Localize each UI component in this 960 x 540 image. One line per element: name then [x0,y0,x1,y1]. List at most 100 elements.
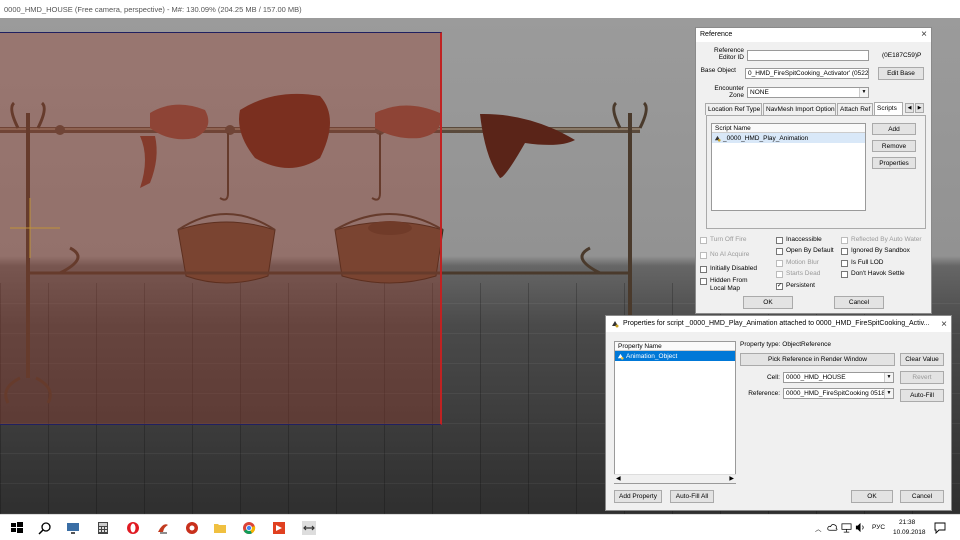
revert-button[interactable]: Revert [900,371,944,384]
editor-id-field[interactable] [747,50,869,61]
cell-select[interactable]: 0000_HMD_HOUSE ▼ [783,372,894,383]
windows-start-icon[interactable] [10,521,24,535]
language-indicator[interactable]: РУС [872,524,885,531]
chevron-down-icon: ▼ [859,88,868,97]
turn-off-fire-checkbox[interactable]: Turn Off Fire [700,236,746,244]
property-icon [617,353,624,360]
remove-script-button[interactable]: Remove [872,140,916,152]
clock-time[interactable]: 21:38 [899,519,915,526]
turn-off-fire-label: Turn Off Fire [710,236,747,243]
clock-date[interactable]: 10.09.2018 [893,529,926,536]
inaccessible-checkbox[interactable]: Inaccessible [776,236,822,244]
add-script-button[interactable]: Add [872,123,916,135]
ignored-by-sandbox-checkbox[interactable]: Ignored By Sandbox [841,247,910,255]
search-icon[interactable] [38,521,52,535]
chevron-down-icon: ▼ [884,373,893,382]
initially-disabled-label: Initially Disabled [710,265,757,272]
editor-id-label: Reference Editor ID [714,47,744,61]
starts-dead-label: Starts Dead [786,270,821,277]
volume-icon[interactable] [855,522,866,533]
dont-havok-settle-checkbox[interactable]: Don't Havok Settle [841,270,905,278]
checkmark-icon: ✓ [776,283,783,290]
reference-select[interactable]: 0000_HMD_FireSpitCooking 05187 ▼ [783,388,894,399]
edit-base-button[interactable]: Edit Base [878,67,924,80]
persistent-label: Persistent [786,282,815,289]
persistent-checkbox[interactable]: ✓ Persistent [776,282,815,290]
scripts-list[interactable]: Script Name _0000_HMD_Play_Animation [711,123,866,211]
close-icon[interactable]: × [941,319,947,330]
hidden-from-local-map-checkbox[interactable]: Hidden From Local Map [700,277,762,293]
properties-ok-button[interactable]: OK [851,490,893,503]
encounter-zone-label: Encounter Zone [714,85,744,99]
property-list-item[interactable]: Animation_Object [615,351,735,361]
initially-disabled-checkbox[interactable]: Initially Disabled [700,265,757,273]
folder-icon[interactable] [213,521,227,535]
skyrim-icon[interactable] [156,521,170,535]
starts-dead-checkbox[interactable]: Starts Dead [776,270,820,278]
close-icon[interactable]: × [921,29,927,40]
cloud-icon[interactable] [827,522,838,533]
no-ai-acquire-checkbox[interactable]: No AI Acquire [700,251,749,259]
base-object-label: Base Object [700,67,736,74]
notification-icon[interactable] [934,522,946,534]
no-ai-acquire-label: No AI Acquire [710,251,750,258]
property-name-header: Property Name [615,342,735,351]
reference-label: Reference: [748,390,780,397]
base-object-field[interactable]: 0_HMD_FireSpitCooking_Activator' (05229 [745,68,869,79]
reference-cancel-button[interactable]: Cancel [834,296,884,309]
script-name-header: Script Name [712,124,865,133]
calculator-icon[interactable] [96,521,110,535]
open-by-default-label: Open By Default [786,247,834,254]
creation-kit-icon[interactable] [302,521,316,535]
opera-icon[interactable] [126,521,140,535]
encounter-zone-value: NONE [750,89,769,96]
tray-up-arrow-icon[interactable]: ︿ [815,523,822,533]
reflected-by-auto-water-label: Reflected By Auto Water [851,236,922,243]
property-list-scrollbar[interactable]: ◀ ▶ [614,474,736,483]
cell-label: Cell: [766,374,780,381]
tab-location-ref-type[interactable]: Location Ref Type [705,103,762,115]
auto-fill-button[interactable]: Auto-Fill [900,389,944,402]
reference-ok-button[interactable]: OK [743,296,793,309]
auto-fill-all-button[interactable]: Auto-Fill All [670,490,714,503]
tab-attach-ref[interactable]: Attach Ref [837,103,873,115]
scroll-left-icon[interactable]: ◀ [616,475,621,482]
property-type-text: Property type: ObjectReference [740,341,832,348]
gear-red-icon[interactable] [185,521,199,535]
reference-window-title: Reference [700,31,733,38]
dont-havok-settle-label: Don't Havok Settle [851,270,905,277]
network-icon[interactable] [841,522,852,533]
property-list[interactable]: Property Name Animation_Object [614,341,736,484]
is-full-lod-checkbox[interactable]: Is Full LOD [841,259,884,267]
motion-blur-checkbox[interactable]: Motion Blur [776,259,819,267]
script-list-item-label: _0000_HMD_Play_Animation [723,134,809,142]
media-icon[interactable] [272,521,286,535]
open-by-default-checkbox[interactable]: Open By Default [776,247,834,255]
taskbar: ︿ РУС 21:38 10.09.2018 [0,514,960,540]
form-id-text: (0E187C59)P [882,52,922,59]
properties-cancel-button[interactable]: Cancel [900,490,944,503]
tab-navmesh-import-option[interactable]: NavMesh Import Option [763,103,836,115]
script-list-item[interactable]: _0000_HMD_Play_Animation [712,133,865,143]
script-icon [714,135,721,142]
chrome-icon[interactable] [242,521,256,535]
tab-scroll-left-icon[interactable]: ◀ [905,103,914,113]
encounter-zone-select[interactable]: NONE ▼ [747,87,869,98]
scroll-right-icon[interactable]: ▶ [729,475,734,482]
reflected-by-auto-water-checkbox[interactable]: Reflected By Auto Water [841,236,922,244]
chevron-down-icon: ▼ [884,389,893,398]
selection-highlight [0,32,442,425]
script-properties-button[interactable]: Properties [872,157,916,169]
pick-reference-button[interactable]: Pick Reference in Render Window [740,353,895,366]
inaccessible-label: Inaccessible [786,236,822,243]
add-property-button[interactable]: Add Property [614,490,662,503]
tab-scripts[interactable]: Scripts [874,102,903,115]
ignored-by-sandbox-label: Ignored By Sandbox [851,247,910,254]
monitor-icon[interactable] [66,521,80,535]
is-full-lod-label: Is Full LOD [851,259,884,266]
cell-value: 0000_HMD_HOUSE [786,374,846,381]
clear-value-button[interactable]: Clear Value [900,353,944,366]
property-list-item-label: Animation_Object [626,352,678,360]
script-icon [612,321,619,328]
tab-scroll-right-icon[interactable]: ▶ [915,103,924,113]
